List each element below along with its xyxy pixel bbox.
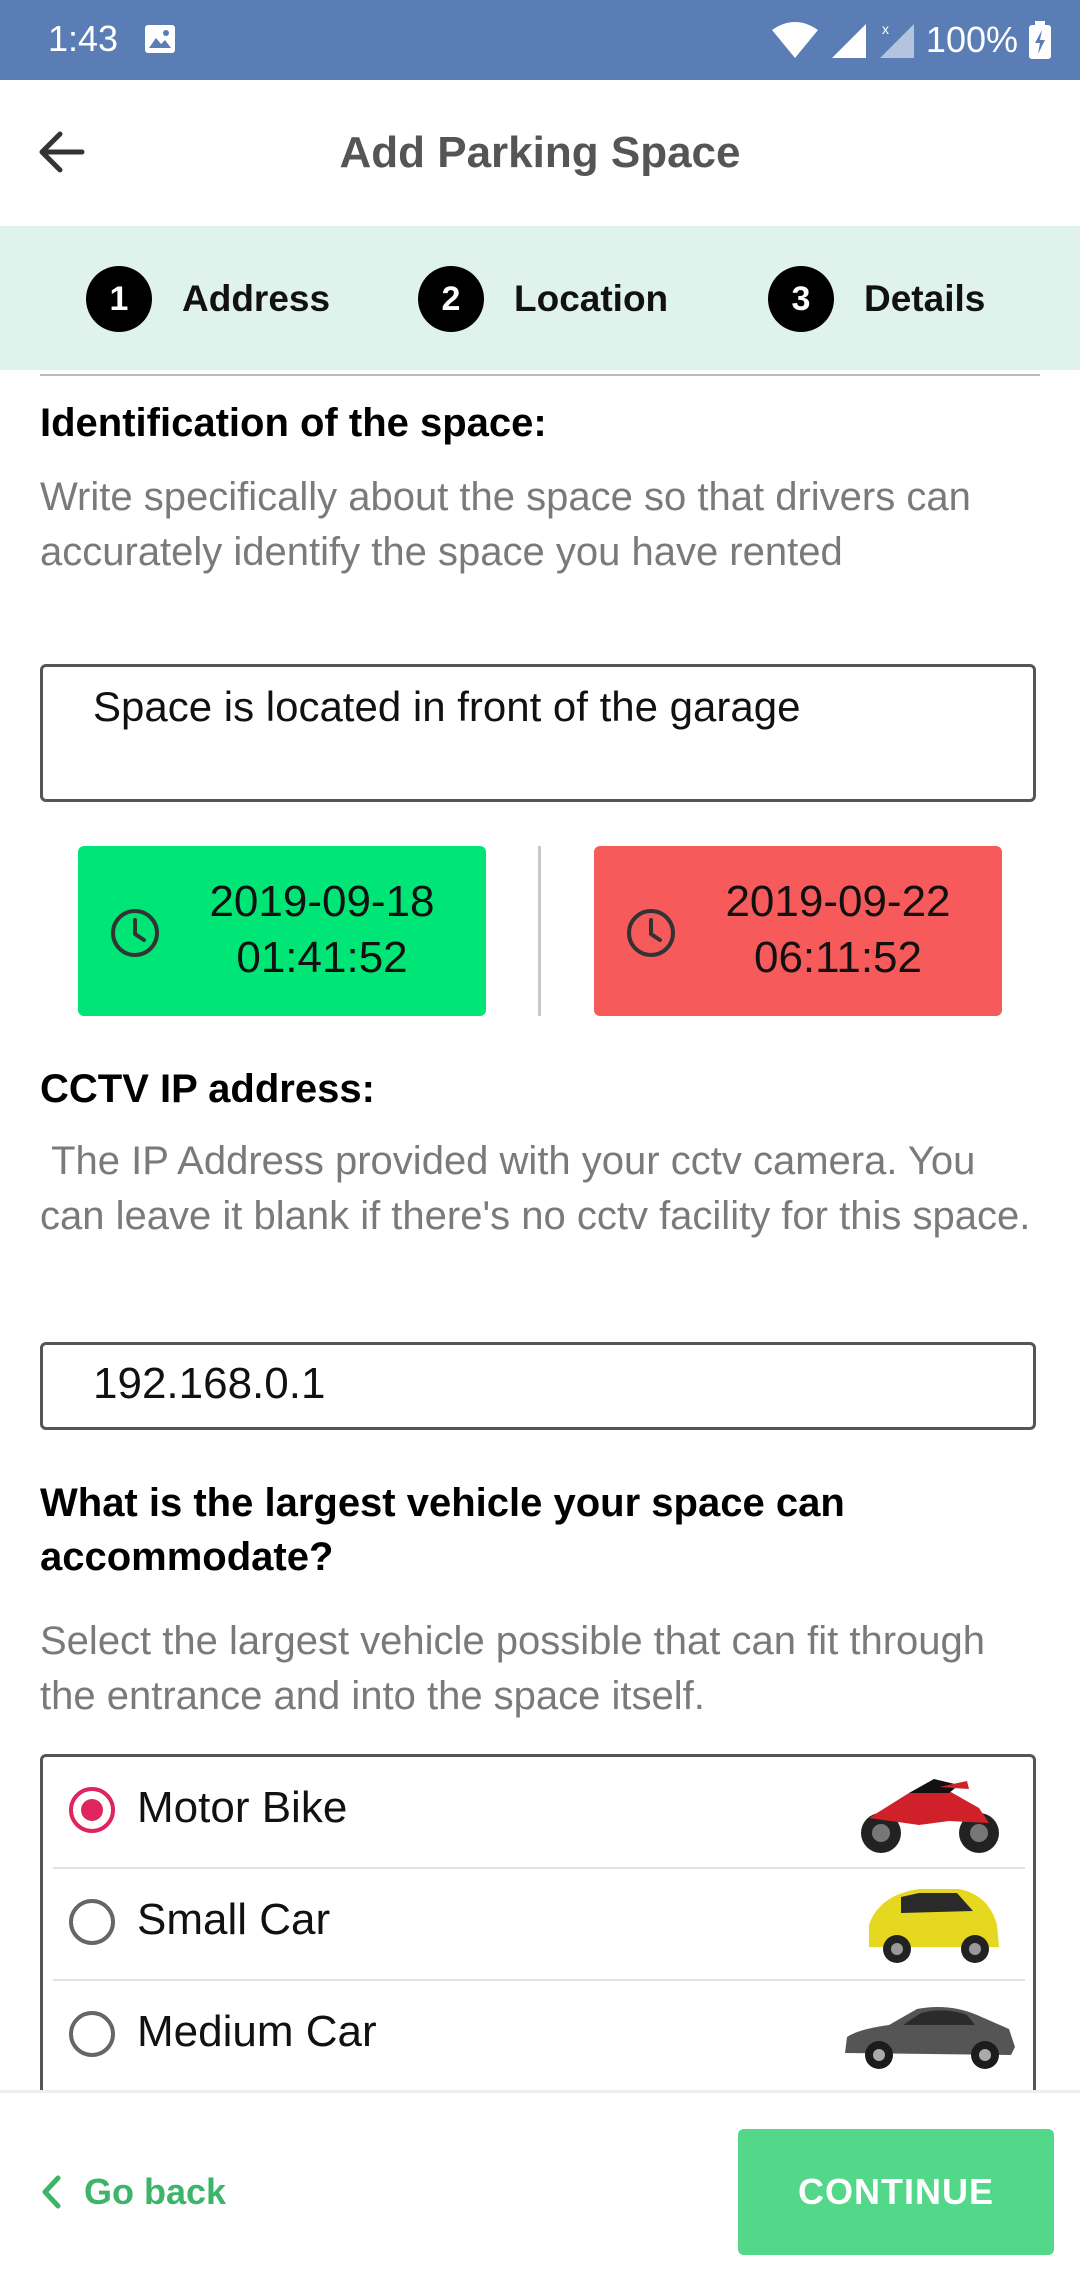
clock-icon	[111, 909, 159, 957]
status-bar: 1:43 x 100%	[0, 0, 1080, 80]
divider	[40, 374, 1040, 376]
step-location[interactable]: 2 Location	[418, 266, 668, 332]
date-divider	[538, 846, 541, 1016]
step-number: 2	[418, 266, 484, 332]
radio-button[interactable]	[69, 1899, 115, 1945]
cctv-ip-input[interactable]: 192.168.0.1	[40, 1342, 1036, 1430]
go-back-button[interactable]: Go back	[40, 2171, 226, 2213]
bottom-action-bar: Go back CONTINUE	[0, 2090, 1080, 2283]
image-notification-icon	[145, 25, 175, 53]
radio-button[interactable]	[69, 2011, 115, 2057]
start-date-text: 2019-09-18 01:41:52	[178, 874, 466, 986]
end-time: 06:11:52	[753, 933, 922, 982]
step-label: Location	[514, 278, 669, 319]
battery-charging-icon	[1029, 21, 1051, 59]
form-content[interactable]: Identification of the space: Write speci…	[0, 370, 1080, 2090]
signal-icon	[831, 24, 866, 58]
step-label: Details	[864, 278, 986, 319]
step-label: Address	[182, 278, 331, 319]
identification-heading: Identification of the space:	[40, 401, 547, 445]
start-date-button[interactable]: 2019-09-18 01:41:52	[78, 846, 486, 1016]
page-title: Add Parking Space	[339, 128, 741, 177]
vehicle-option-motor-bike[interactable]: Motor Bike	[53, 1757, 1025, 1869]
vehicle-option-label: Motor Bike	[137, 1783, 348, 1832]
vehicle-option-label: Small Car	[137, 1895, 331, 1944]
vehicle-radio-group: Motor Bike Small Car Medium Car	[40, 1754, 1036, 2090]
cctv-heading: CCTV IP address:	[40, 1067, 375, 1111]
motorbike-image	[861, 1779, 999, 1853]
small-car-image	[869, 1889, 999, 1963]
end-date: 2019-09-22	[725, 877, 951, 926]
identification-textarea[interactable]: Space is located in front of the garage	[40, 664, 1036, 802]
svg-text:x: x	[882, 21, 889, 37]
step-number: 3	[768, 266, 834, 332]
vehicle-option-small-car[interactable]: Small Car	[53, 1869, 1025, 1981]
status-time: 1:43	[48, 18, 119, 59]
stepper: 1 Address 2 Location 3 Details	[0, 226, 1080, 370]
identification-description: Write specifically about the space so th…	[40, 475, 971, 574]
clock-icon	[627, 909, 675, 957]
continue-button[interactable]: CONTINUE	[738, 2129, 1054, 2255]
app-bar: Add Parking Space	[0, 80, 1080, 226]
start-time: 01:41:52	[236, 933, 408, 982]
chevron-left-icon	[42, 2175, 61, 2209]
step-details[interactable]: 3 Details	[768, 266, 985, 332]
vehicle-description: Select the largest vehicle possible that…	[40, 1619, 985, 1718]
vehicle-option-label: Medium Car	[137, 2007, 377, 2056]
radio-button-selected[interactable]	[69, 1787, 115, 1833]
vehicle-option-medium-car[interactable]: Medium Car	[53, 1981, 1025, 2090]
vehicle-heading: What is the largest vehicle your space c…	[40, 1481, 845, 1579]
go-back-label: Go back	[84, 2171, 227, 2212]
status-indicators: x 100%	[770, 14, 1052, 66]
signal-no-data-icon: x	[879, 21, 914, 58]
wifi-icon	[771, 22, 818, 58]
end-date-text: 2019-09-22 06:11:52	[694, 874, 982, 986]
step-address[interactable]: 1 Address	[86, 266, 330, 332]
medium-car-image	[845, 2007, 1015, 2069]
battery-percent: 100%	[925, 19, 1018, 60]
step-number: 1	[86, 266, 152, 332]
end-date-button[interactable]: 2019-09-22 06:11:52	[594, 846, 1002, 1016]
start-date: 2019-09-18	[209, 877, 435, 926]
cctv-description: The IP Address provided with your cctv c…	[40, 1139, 1031, 1238]
